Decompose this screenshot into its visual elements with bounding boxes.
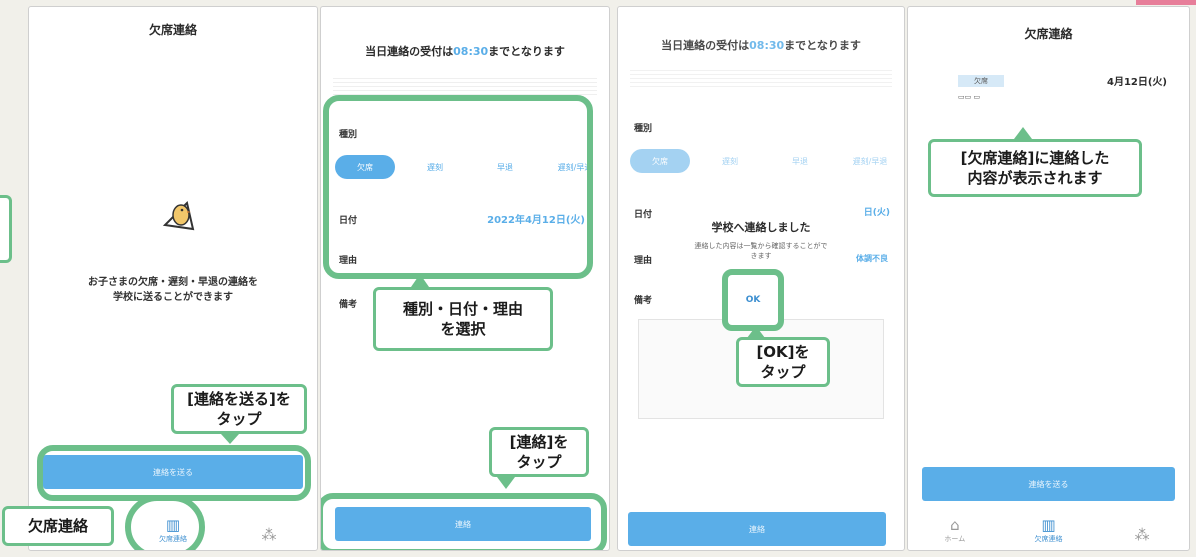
callout-select-line2: を選択 xyxy=(440,320,486,338)
callout-submit-line2: タップ xyxy=(516,453,562,471)
page-title: 欠席連絡 xyxy=(1024,27,1073,41)
corner-accent xyxy=(1136,0,1196,5)
screen-confirmation: 当日連絡の受付は08:30までとなります 種別 欠席 遅刻 早退 遅刻/早退 日… xyxy=(617,6,905,551)
home-icon: ⌂ xyxy=(950,516,960,534)
send-report-button[interactable]: 連絡を送る xyxy=(922,467,1175,501)
tab-menu[interactable]: ⁂ xyxy=(239,526,299,544)
type-chip-late[interactable]: 遅刻 xyxy=(700,149,760,173)
remarks-label: 備考 xyxy=(634,296,653,306)
callout-submit-bubble: [連絡]を タップ xyxy=(489,427,589,477)
callout-list-tail xyxy=(1014,127,1032,139)
tab-home[interactable]: ⌂ ホーム xyxy=(925,516,985,544)
callout-highlight-tab xyxy=(125,495,205,550)
callout-list-line2: 内容が表示されます xyxy=(967,169,1103,187)
callout-highlight-form xyxy=(323,95,593,279)
dialog-title: 学校へ連絡しました xyxy=(711,221,811,234)
reason-label: 理由 xyxy=(634,256,653,266)
screen-absence-home: 欠席連絡 お子さまの欠席・遅刻・早退の連絡を 学校に送ることができます 連絡を送… xyxy=(28,6,318,551)
callout-ok-bubble: [OK]を タップ xyxy=(736,337,830,387)
chart-icon: ▥ xyxy=(1041,516,1056,534)
callout-highlight-send xyxy=(37,445,311,501)
dialog-body: 連絡した内容は一覧から確認することがで きます xyxy=(694,242,828,260)
type-chip-early[interactable]: 早退 xyxy=(770,149,830,173)
date-value: 日(火) xyxy=(863,208,890,218)
type-label: 種別 xyxy=(634,124,653,134)
callout-select-line1: 種別・日付・理由 xyxy=(402,300,523,318)
callout-ok-line2: タップ xyxy=(760,363,806,381)
intro-message-line2: 学校に送ることができます xyxy=(113,292,233,303)
callout-submit-tail xyxy=(497,477,515,489)
offscreen-callout-edge xyxy=(0,195,12,263)
tab-absence-report[interactable]: ▥ 欠席連絡 xyxy=(1018,516,1078,544)
type-chip-late-early[interactable]: 遅刻/早退 xyxy=(840,149,900,173)
grid-icon: ⁂ xyxy=(261,526,277,544)
ok-button[interactable]: OK xyxy=(735,282,771,318)
callout-select-tail xyxy=(411,274,429,287)
grid-icon: ⁂ xyxy=(1134,526,1150,544)
deadline-time: 08:30 xyxy=(749,39,785,52)
callout-select-bubble: 種別・日付・理由 を選択 xyxy=(373,287,553,351)
notice-detail-text xyxy=(630,67,892,89)
callout-send-tail xyxy=(221,434,239,444)
page-title: 欠席連絡 xyxy=(148,23,197,37)
tab-menu[interactable]: ⁂ xyxy=(1112,526,1172,544)
callout-tab-text: 欠席連絡 xyxy=(27,517,88,535)
deadline-notice: 当日連絡の受付は08:30までとなります xyxy=(661,39,861,52)
screen-absence-form: 当日連絡の受付は08:30までとなります 種別 欠席 遅刻 早退 遅刻/早退 日… xyxy=(320,6,610,551)
date-label: 日付 xyxy=(634,210,653,220)
deadline-time: 08:30 xyxy=(453,45,489,58)
absence-date: 4月12日(火) xyxy=(1106,77,1167,88)
notice-detail-text xyxy=(333,75,597,97)
callout-ok-line1: [OK]を xyxy=(756,343,810,361)
callout-tab-bubble: 欠席連絡 xyxy=(2,506,114,546)
callout-send-line2: タップ xyxy=(216,410,262,428)
remarks-label: 備考 xyxy=(339,300,358,310)
callout-submit-line1: [連絡]を xyxy=(509,433,569,451)
deadline-notice: 当日連絡の受付は08:30までとなります xyxy=(365,45,565,58)
confirmation-dialog: 学校へ連絡しました 連絡した内容は一覧から確認することがで きます xyxy=(658,207,864,261)
submit-button[interactable]: 連絡 xyxy=(628,512,886,546)
callout-send-line1: [連絡を送る]を xyxy=(187,390,291,408)
callout-send-bubble: [連絡を送る]を タップ xyxy=(171,384,307,434)
screen-absence-list: 欠席連絡 欠席 4月12日(火) ▭▭ ▭ [欠席連絡]に連絡した 内容が表示さ… xyxy=(907,6,1190,551)
tab-bar: ⌂ ホーム ▥ 欠席連絡 ⁂ xyxy=(908,500,1189,550)
intro-message-line1: お子さまの欠席・遅刻・早退の連絡を xyxy=(88,277,258,288)
callout-list-line1: [欠席連絡]に連絡した xyxy=(960,149,1110,167)
callout-highlight-submit xyxy=(321,493,607,550)
type-selector: 欠席 遅刻 早退 遅刻/早退 xyxy=(630,149,900,173)
bird-mascot-icon xyxy=(162,201,195,231)
type-chip-absent[interactable]: 欠席 xyxy=(630,149,690,173)
absence-type-badge: 欠席 xyxy=(958,75,1004,87)
student-name-redacted: ▭▭ ▭ xyxy=(958,93,981,101)
intro-message: お子さまの欠席・遅刻・早退の連絡を 学校に送ることができます xyxy=(29,275,317,305)
callout-list-bubble: [欠席連絡]に連絡した 内容が表示されます xyxy=(928,139,1142,197)
